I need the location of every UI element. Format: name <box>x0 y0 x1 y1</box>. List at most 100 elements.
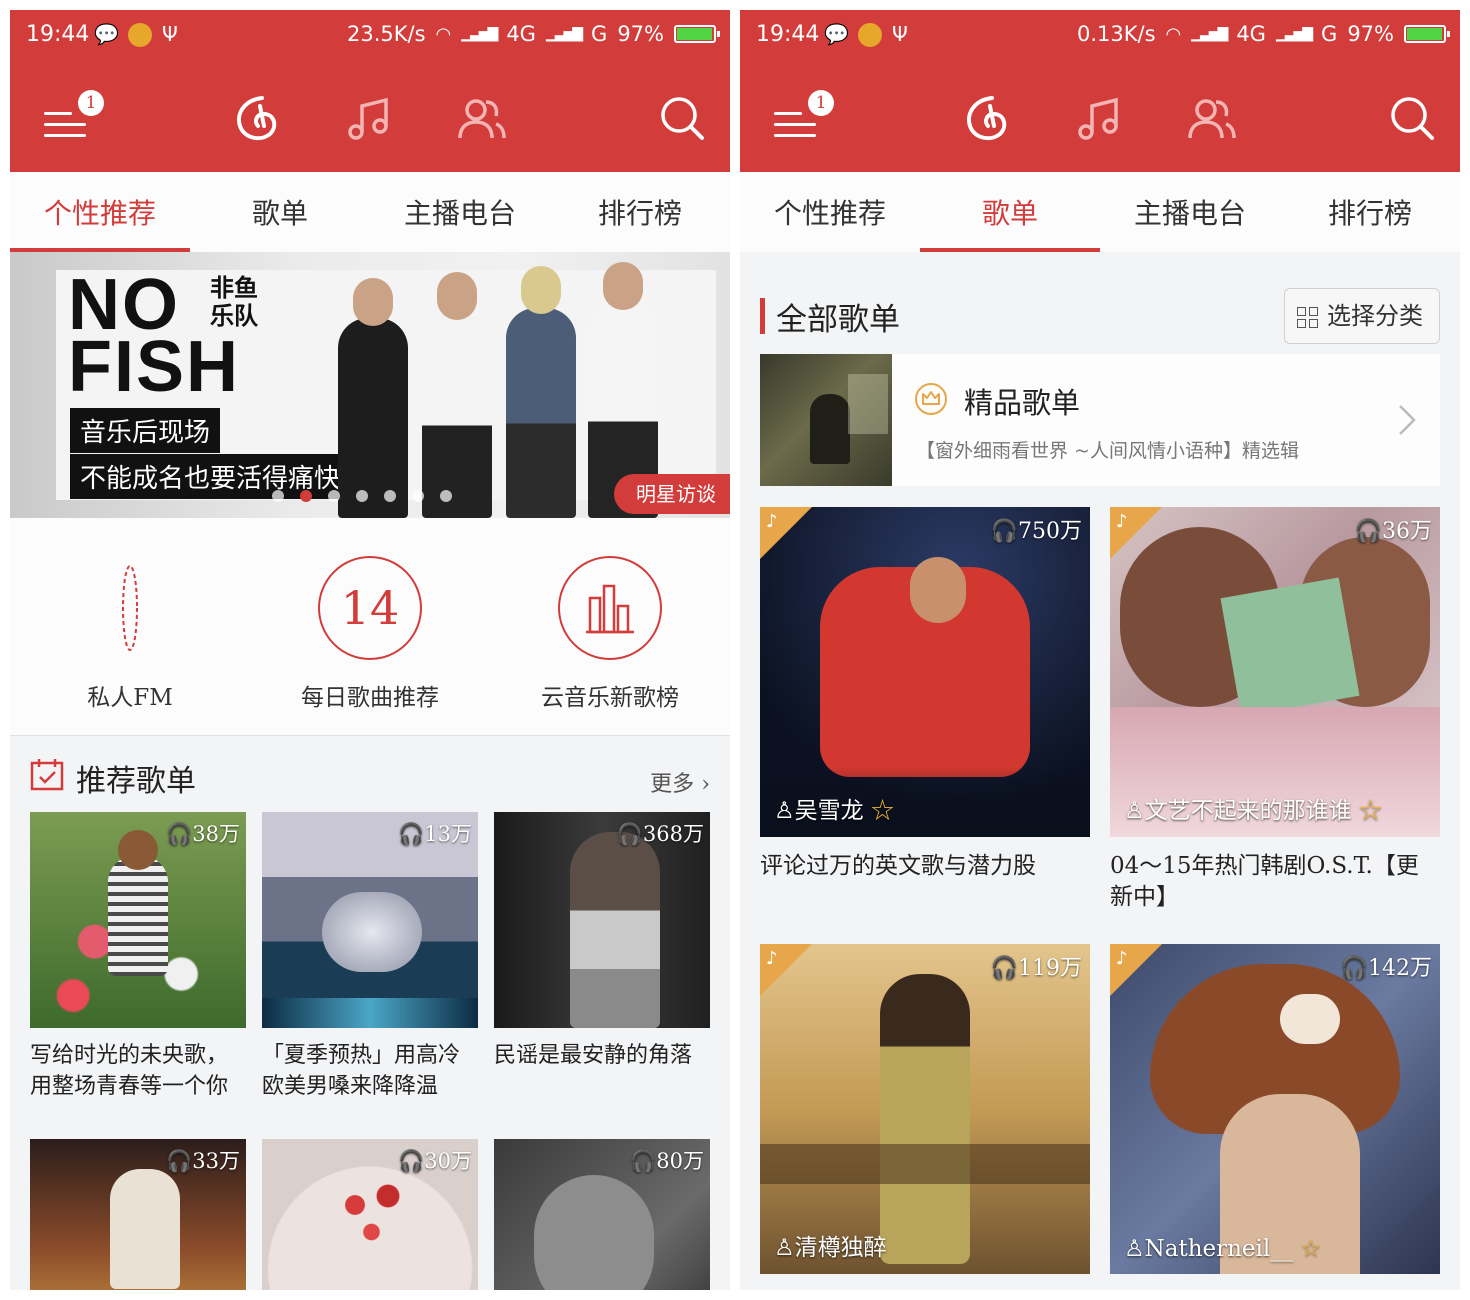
playlist-card[interactable]: ♪ 🎧750万 ♙吴雪龙 ☆ 评论过万的英文歌与潜力股 <box>760 507 1090 882</box>
cover-figure <box>108 856 168 976</box>
premium-playlist-entry[interactable]: 精品歌单 【窗外细雨看世界 ~人间风情小语种】精选辑 <box>760 354 1440 486</box>
music-note-icon[interactable] <box>342 92 398 148</box>
carousel-dot[interactable] <box>412 490 424 502</box>
carousel-dot[interactable] <box>272 490 284 502</box>
playlist-card[interactable]: 🎧368万 民谣是最安静的角落 <box>494 812 710 1071</box>
top-nav: 1 <box>10 70 730 170</box>
headphones-icon: 🎧 <box>1354 519 1382 544</box>
playlist-name: 「夏季预热」用高冷欧美男嗓来降降温 <box>262 1043 461 1099</box>
playlist-card[interactable]: 🎧13万 「夏季预热」用高冷欧美男嗓来降降温 <box>262 812 478 1102</box>
premium-badge-icon: ♪ <box>766 511 778 532</box>
friends-icon[interactable] <box>454 92 510 148</box>
headphones-icon: 🎧 <box>630 1149 657 1173</box>
tab-radio[interactable]: 主播电台 <box>370 172 550 252</box>
menu-icon <box>44 123 86 126</box>
headphones-icon: 🎧 <box>990 519 1018 544</box>
play-count-value: 33万 <box>192 1149 240 1173</box>
quick-label: 私人FM <box>87 685 173 711</box>
banner-tag: 明星访谈 <box>614 474 730 514</box>
banner-caption: 音乐后现场 <box>70 408 221 453</box>
notification-badge: 1 <box>78 90 104 116</box>
playlist-card[interactable]: 🎧80万 <box>494 1139 710 1290</box>
notification-badge: 1 <box>808 90 834 116</box>
more-link[interactable]: 更多 › <box>650 766 710 798</box>
menu-icon <box>774 134 816 137</box>
menu-icon <box>774 112 802 115</box>
app-header: 19:44 💬 Ψ 23.5K/s ◠ ▁▃▅▇ 4G ▁▃▅▇ G 97% 1 <box>10 10 730 172</box>
tab-playlists[interactable]: 歌单 <box>920 172 1100 252</box>
tab-recommend[interactable]: 个性推荐 <box>10 172 190 252</box>
signal-icon: ▁▃▅▇ <box>545 26 583 42</box>
cover-figure <box>110 1169 180 1289</box>
search-icon[interactable] <box>1388 94 1436 142</box>
carousel-dot[interactable] <box>300 490 312 502</box>
tab-playlists[interactable]: 歌单 <box>190 172 370 252</box>
star-icon: ☆ <box>1300 1236 1322 1262</box>
calendar-check-icon <box>30 759 64 791</box>
music-note-icon[interactable] <box>1072 92 1128 148</box>
cover-smoke <box>322 892 422 972</box>
play-count-value: 142万 <box>1368 956 1432 981</box>
carousel-dot[interactable] <box>356 490 368 502</box>
wifi-icon: ◠ <box>1165 23 1182 45</box>
new-songs-chart-button[interactable]: 云音乐新歌榜 <box>490 556 730 712</box>
cover-window <box>848 374 888 434</box>
premium-subtitle: 【窗外细雨看世界 ~人间风情小语种】精选辑 <box>916 440 1299 462</box>
play-count-value: 30万 <box>424 1149 472 1173</box>
tab-radio[interactable]: 主播电台 <box>1100 172 1280 252</box>
tab-bar: 个性推荐 歌单 主播电台 排行榜 <box>740 172 1460 252</box>
user-icon: ♙ <box>1124 798 1145 824</box>
friends-icon[interactable] <box>1184 92 1240 148</box>
tab-bar: 个性推荐 歌单 主播电台 排行榜 <box>10 172 730 252</box>
carousel-dot[interactable] <box>328 490 340 502</box>
user-icon: ♙ <box>1124 1236 1145 1262</box>
usb-icon: Ψ <box>162 22 178 46</box>
headphones-icon: 🎧 <box>166 822 193 846</box>
cover-figure <box>810 394 850 464</box>
status-bar: 19:44 💬 Ψ 23.5K/s ◠ ▁▃▅▇ 4G ▁▃▅▇ G 97% <box>10 10 730 60</box>
more-label: 更多 <box>650 772 695 797</box>
play-count: 🎧80万 <box>630 1145 704 1175</box>
creator-name[interactable]: ♙清樽独醉 <box>774 1228 887 1262</box>
playlist-card[interactable]: ♪ 🎧142万 ♙Natherneil__ ☆ <box>1110 944 1440 1274</box>
playlist-card[interactable]: ♪ 🎧119万 ♙清樽独醉 <box>760 944 1090 1274</box>
daily-recommend-button[interactable]: 14 每日歌曲推荐 <box>250 556 490 712</box>
select-category-button[interactable]: 选择分类 <box>1284 288 1440 344</box>
tab-charts[interactable]: 排行榜 <box>550 172 730 252</box>
tab-charts[interactable]: 排行榜 <box>1280 172 1460 252</box>
playlist-card[interactable]: 🎧33万 <box>30 1139 246 1290</box>
carousel-dot[interactable] <box>384 490 396 502</box>
creator-name[interactable]: ♙吴雪龙 ☆ <box>774 791 894 825</box>
private-fm-button[interactable]: 私人FM <box>10 556 250 712</box>
menu-icon <box>774 123 816 126</box>
wifi-icon: ◠ <box>435 23 452 45</box>
cover-blossom <box>322 1169 432 1259</box>
headphones-icon: 🎧 <box>398 822 425 846</box>
playlist-card[interactable]: 🎧30万 <box>262 1139 478 1290</box>
creator-name[interactable]: ♙Natherneil__ ☆ <box>1124 1236 1321 1262</box>
play-count: 🎧142万 <box>1341 950 1432 982</box>
play-count-value: 119万 <box>1018 956 1082 981</box>
star-icon: ☆ <box>870 798 894 824</box>
carousel-dot[interactable] <box>440 490 452 502</box>
netease-cloud-logo-icon[interactable] <box>230 92 286 148</box>
banner-carousel[interactable]: NO FISH 非鱼 乐队 音乐后现场 不能成名也要活得痛快 明星访谈 <box>10 252 730 518</box>
category-button-label: 选择分类 <box>1327 302 1423 330</box>
netease-cloud-logo-icon[interactable] <box>960 92 1016 148</box>
band-member-photo <box>353 278 393 326</box>
net-speed: 0.13K/s <box>1076 22 1156 46</box>
playlist-card[interactable]: 🎧38万 写给时光的未央歌，用整场青春等一个你 <box>30 812 246 1102</box>
play-count-value: 13万 <box>424 822 472 846</box>
status-bar: 19:44 💬 Ψ 0.13K/s ◠ ▁▃▅▇ 4G ▁▃▅▇ G 97% <box>740 10 1460 60</box>
playlist-cover: 🎧13万 <box>262 812 478 1028</box>
creator-name[interactable]: ♙文艺不起来的那谁谁 ☆ <box>1124 791 1382 825</box>
search-icon[interactable] <box>658 94 706 142</box>
grid-icon <box>1297 307 1319 329</box>
tab-recommend[interactable]: 个性推荐 <box>740 172 920 252</box>
menu-icon <box>44 112 72 115</box>
cover-flower <box>1280 994 1340 1044</box>
playlist-card[interactable]: ♪ 🎧36万 ♙文艺不起来的那谁谁 ☆ 04～15年热门韩剧O.S.T.【更新中… <box>1110 507 1440 913</box>
premium-cover <box>760 354 892 486</box>
app-notification-icon <box>858 23 882 47</box>
menu-icon <box>44 134 86 137</box>
